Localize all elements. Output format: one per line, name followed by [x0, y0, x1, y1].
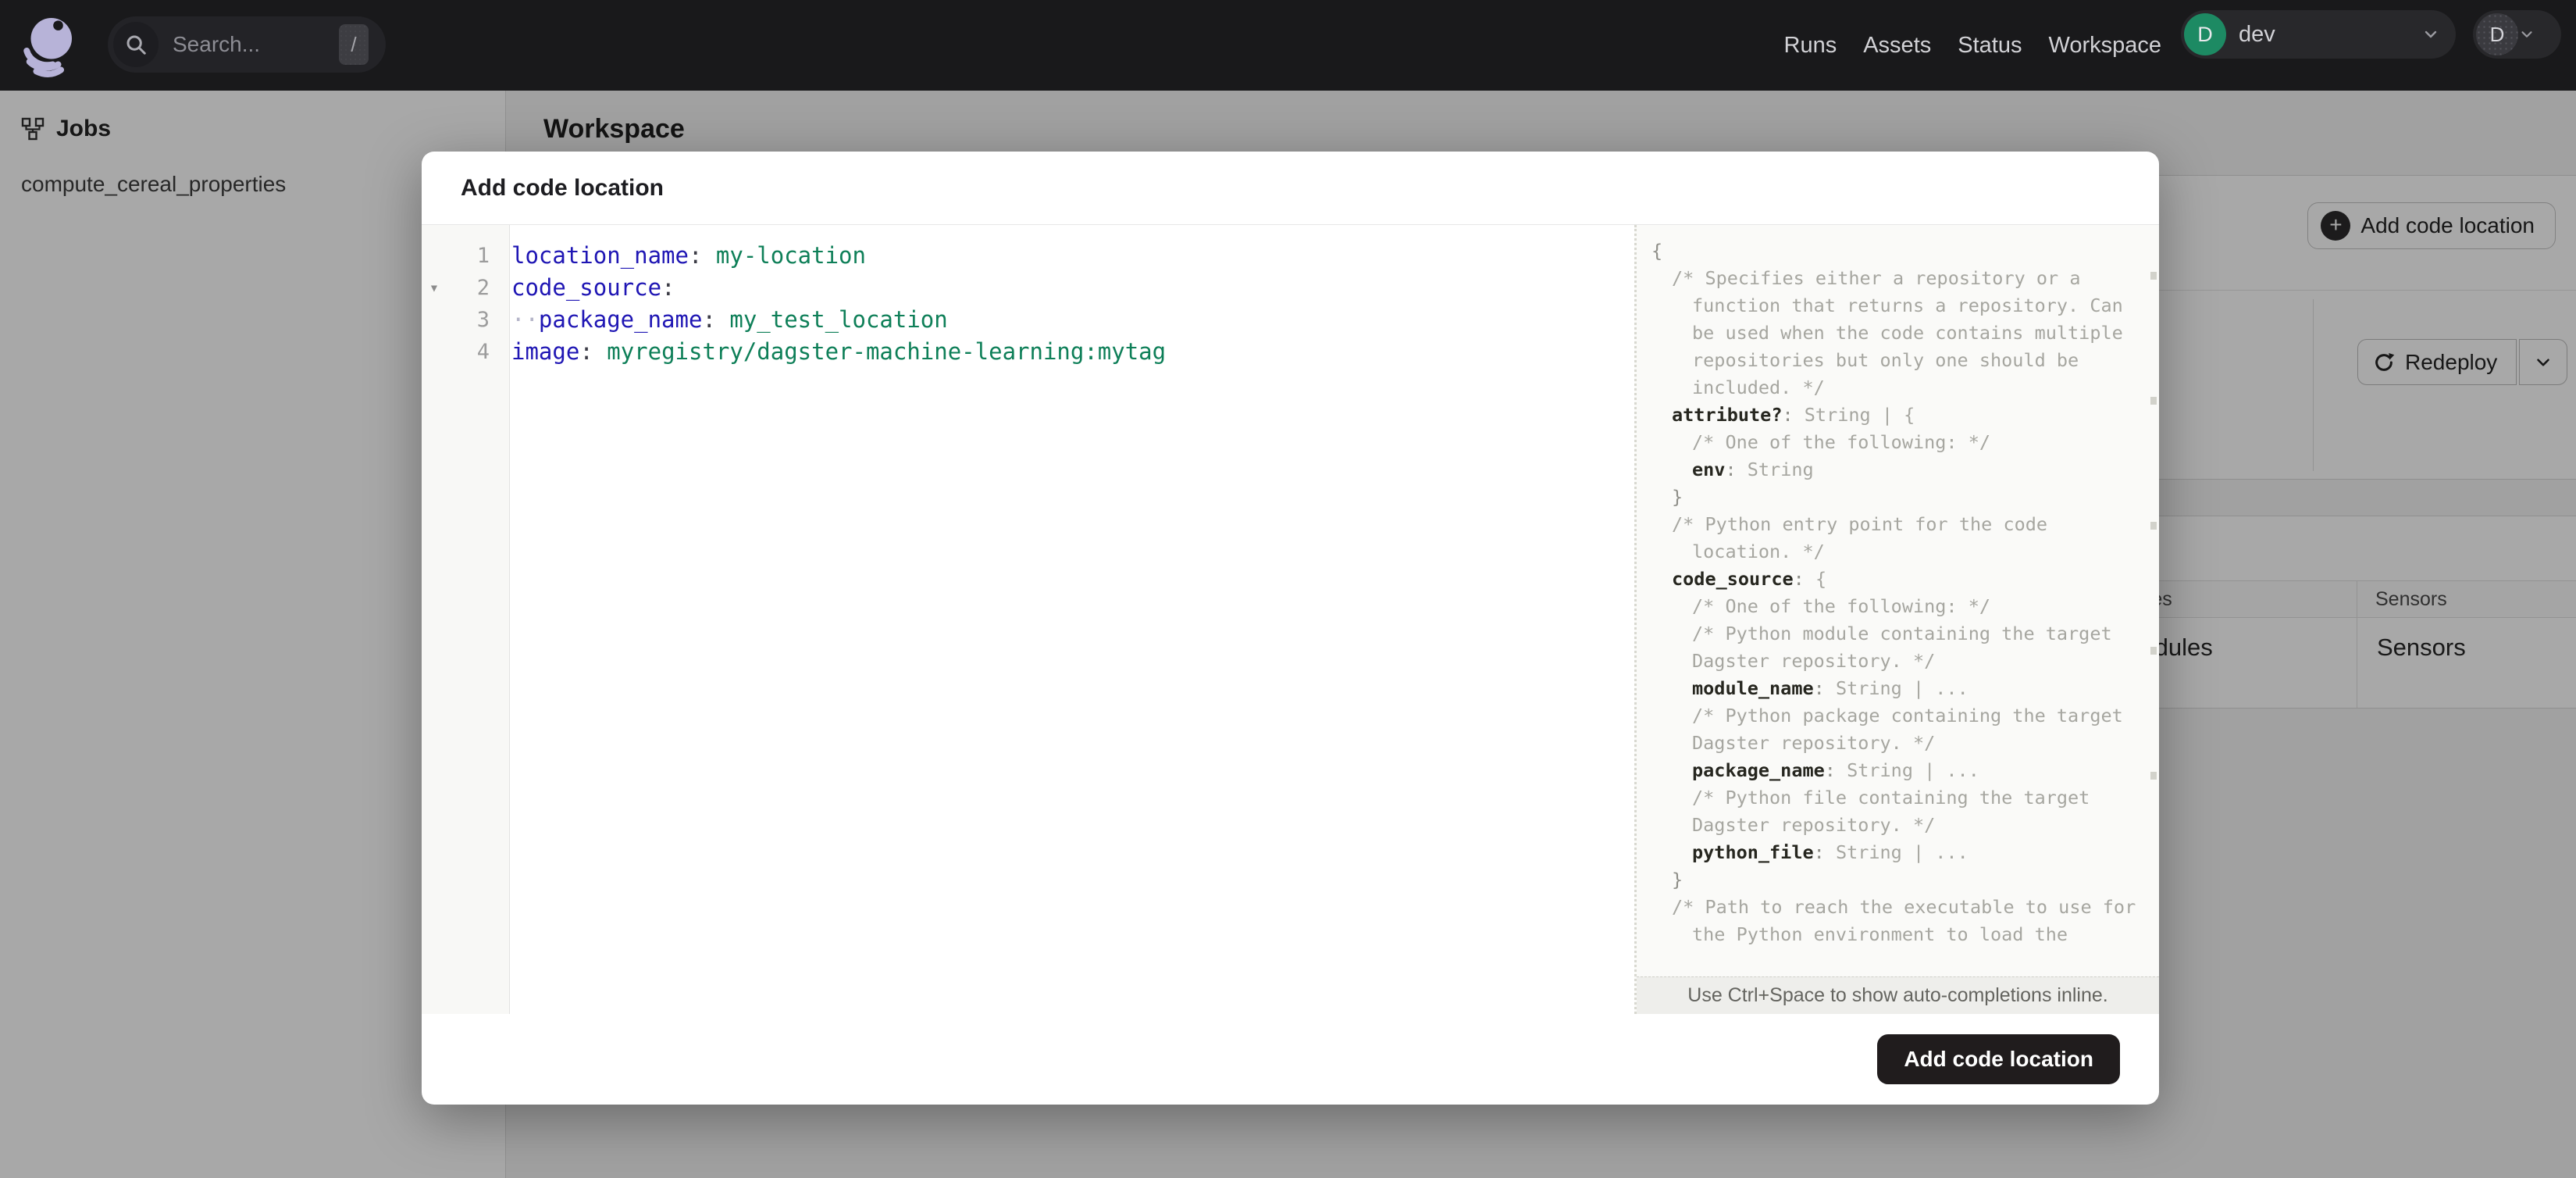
dialog-body: 1 location_name: my-location ▾ 2 code_source… — [422, 225, 2159, 1014]
submit-add-code-location-button[interactable]: Add code location — [1877, 1034, 2120, 1084]
line-number: 4 — [476, 340, 490, 364]
schema-line: /* One of the following: */ — [1692, 595, 1991, 617]
schema-line: /* Path to reach the executable to use f… — [1672, 896, 2136, 918]
nav-link-workspace[interactable]: Workspace — [2048, 33, 2161, 59]
schema-line: /* One of the following: */ — [1692, 431, 1991, 453]
schema-line: Dagster repository. */ — [1692, 814, 1936, 836]
schema-line: Dagster repository. */ — [1692, 732, 1936, 754]
nav-links: Runs Assets Status Workspace — [1784, 0, 2161, 91]
schema-line: code_source: { — [1672, 568, 1827, 590]
schema-line: Dagster repository. */ — [1692, 650, 1936, 672]
schema-line: } — [1672, 486, 1683, 508]
schema-line: /* Python module containing the target — [1692, 623, 2112, 644]
code-text: ··package_name: my_test_location — [511, 306, 948, 333]
schema-line: /* Specifies either a repository or a — [1672, 267, 2081, 289]
dialog-title: Add code location — [461, 174, 664, 201]
code-line[interactable]: 3 ··package_name: my_test_location — [422, 304, 1634, 336]
dagster-logo-icon[interactable] — [17, 9, 83, 81]
deployment-switcher[interactable]: D dev — [2181, 10, 2456, 59]
search-shortcut-badge: / — [339, 24, 369, 65]
schema-line: function that returns a repository. Can — [1692, 294, 2123, 316]
schema-line: env: String — [1692, 459, 1814, 480]
fold-gutter — [422, 240, 447, 272]
user-avatar: D — [2476, 13, 2518, 55]
schema-line: be used when the code contains multiple — [1692, 322, 2123, 344]
code-lines: 1 location_name: my-location ▾ 2 code_source… — [422, 240, 1634, 368]
deployment-avatar: D — [2184, 13, 2226, 55]
fold-gutter — [422, 336, 447, 368]
code-text: image: myregistry/dagster-machine-learni… — [511, 338, 1167, 365]
nav-link-assets[interactable]: Assets — [1863, 33, 1931, 59]
top-navbar: Search... / Runs Assets Status Workspace… — [0, 0, 2576, 91]
schema-line: package_name: String | ... — [1692, 759, 1979, 781]
line-number: 2 — [476, 276, 490, 300]
yaml-config-editor[interactable]: 1 location_name: my-location ▾ 2 code_source… — [422, 225, 1634, 1014]
dagster-app: Search... / Runs Assets Status Workspace… — [0, 0, 2576, 1178]
nav-link-status[interactable]: Status — [1958, 33, 2022, 59]
schema-line: attribute?: String | { — [1672, 404, 1915, 426]
schema-line: location. */ — [1692, 541, 1825, 562]
chevron-down-icon — [2425, 30, 2437, 38]
code-line[interactable]: 4 image: myregistry/dagster-machine-learn… — [422, 336, 1634, 368]
dialog-header: Add code location — [422, 152, 2159, 225]
schema-line: /* Python entry point for the code — [1672, 513, 2048, 535]
code-text: code_source: — [511, 274, 675, 301]
line-number: 1 — [476, 244, 490, 268]
schema-line: /* Python file containing the target — [1692, 787, 2090, 809]
search-icon — [113, 22, 159, 67]
code-text: location_name: my-location — [511, 242, 866, 269]
schema-line: python_file: String | ... — [1692, 841, 1969, 863]
schema-line: repositories but only one should be — [1692, 349, 2079, 371]
autocomplete-hint-bar: Use Ctrl+Space to show auto-completions … — [1637, 976, 2159, 1014]
fold-arrow-icon[interactable]: ▾ — [422, 272, 447, 304]
line-number: 3 — [476, 308, 490, 332]
schema-line: } — [1672, 869, 1683, 891]
fold-gutter — [422, 304, 447, 336]
user-menu[interactable]: D — [2473, 10, 2561, 59]
dialog-footer: Add code location — [422, 1014, 2159, 1105]
schema-line: { — [1651, 240, 1663, 262]
schema-line: module_name: String | ... — [1692, 677, 1969, 699]
deployment-name: dev — [2239, 21, 2275, 47]
chevron-down-icon — [2521, 31, 2532, 37]
config-schema-panel: { /* Specifies either a repository or a fu… — [1634, 225, 2159, 1014]
add-code-location-dialog: Add code location 1 location_name: my-loc… — [422, 152, 2159, 1105]
code-line[interactable]: ▾ 2 code_source: — [422, 272, 1634, 304]
schema-line: included. */ — [1692, 377, 1825, 398]
schema-line: the Python environment to load the — [1692, 923, 2068, 945]
search-placeholder: Search... — [173, 32, 261, 56]
autocomplete-hint: Use Ctrl+Space to show auto-completions … — [1687, 984, 2108, 1006]
global-search-input[interactable]: Search... / — [108, 16, 386, 73]
nav-link-runs[interactable]: Runs — [1784, 33, 1837, 59]
code-line[interactable]: 1 location_name: my-location — [422, 240, 1634, 272]
schema-lines: { /* Specifies either a repository or a fu… — [1637, 225, 2159, 948]
schema-scrollbar[interactable] — [2150, 272, 2157, 967]
schema-line: /* Python package containing the target — [1692, 705, 2123, 726]
